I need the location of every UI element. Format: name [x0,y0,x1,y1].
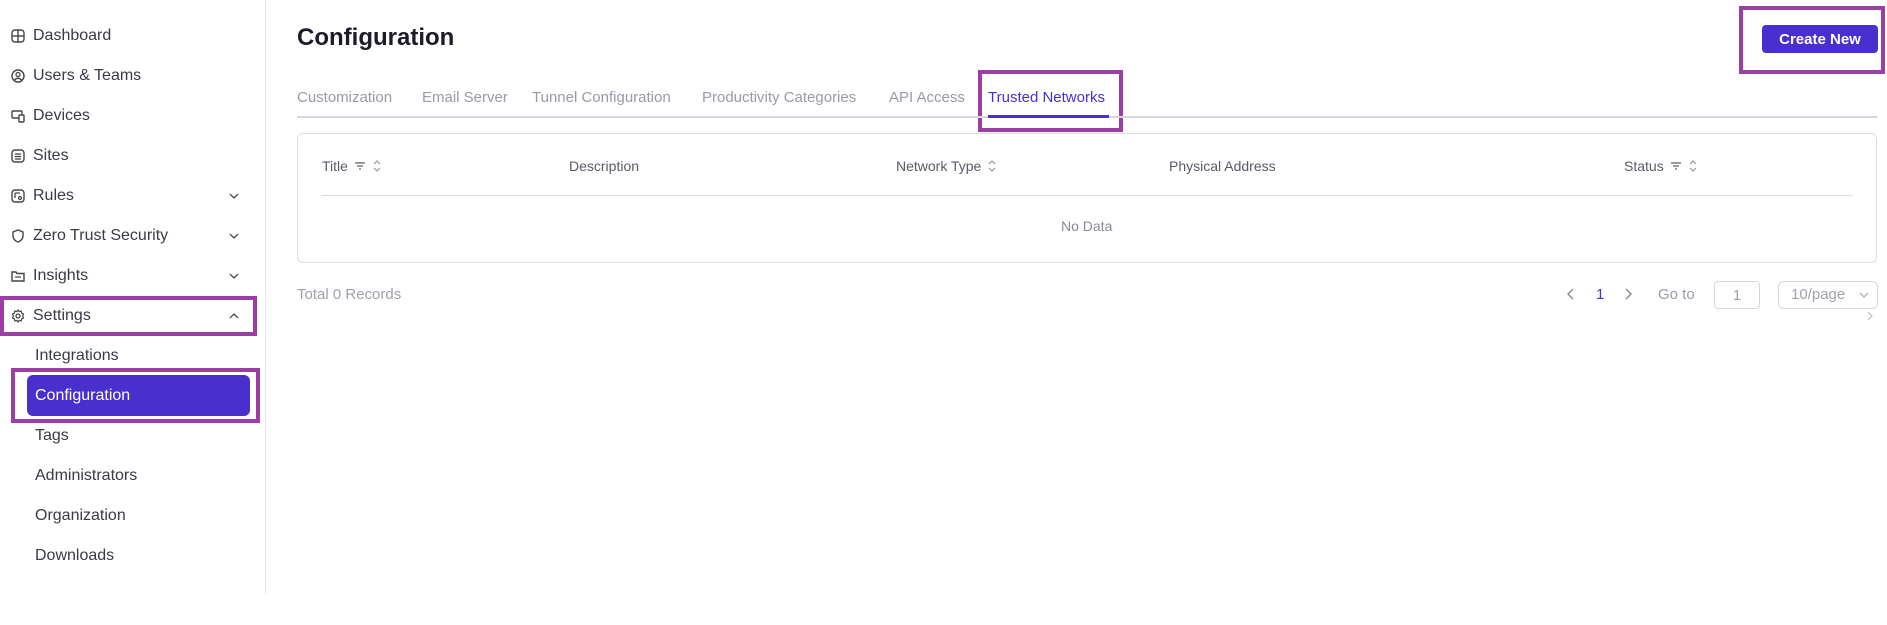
column-header-title[interactable]: Title [322,158,382,174]
sidebar-item-label: Sites [33,147,69,164]
column-header-network-type[interactable]: Network Type [896,158,997,174]
user-circle-icon [11,69,25,83]
sidebar-item-label: Configuration [35,387,131,404]
sidebar: Dashboard Users & Teams Devices Sites Ru… [0,0,266,594]
chevron-down-icon [1859,292,1869,298]
sidebar-item-rules[interactable]: Rules [0,178,256,214]
column-header-status[interactable]: Status [1624,158,1698,174]
chevron-up-icon [229,313,239,319]
tab-trusted-networks[interactable]: Trusted Networks [988,89,1105,106]
create-new-button[interactable]: Create New [1762,25,1878,53]
tab-customization[interactable]: Customization [297,89,392,106]
chevron-left-icon[interactable] [1565,287,1577,301]
tab-email-server[interactable]: Email Server [422,89,508,106]
sidebar-item-label: Zero Trust Security [33,227,169,244]
total-records: Total 0 Records [297,286,402,303]
sort-icon[interactable] [1688,158,1698,174]
sort-icon[interactable] [372,158,382,174]
sidebar-subitem-downloads[interactable]: Downloads [35,547,114,565]
sidebar-item-sites[interactable]: Sites [0,138,256,174]
sites-icon [11,149,25,163]
column-label: Physical Address [1169,158,1276,174]
chevron-right-icon[interactable] [1622,287,1634,301]
header-divider [322,195,1853,196]
filter-icon[interactable] [1670,161,1682,171]
sidebar-subitem-organization[interactable]: Organization [35,507,126,525]
shield-icon [12,229,24,243]
empty-state-text: No Data [1061,218,1113,234]
tab-api-access[interactable]: API Access [889,89,965,106]
sidebar-item-label: Dashboard [33,27,112,44]
column-label: Title [322,158,348,174]
chevron-right-icon [1867,311,1873,321]
chevron-down-icon [229,193,239,199]
settings-icon [11,309,25,323]
chevron-down-icon [229,273,239,279]
column-header-physical-address: Physical Address [1169,158,1276,174]
trusted-networks-table [297,133,1877,263]
sidebar-subitem-administrators[interactable]: Administrators [35,467,137,485]
sidebar-item-users-teams[interactable]: Users & Teams [0,58,256,94]
current-page-number[interactable]: 1 [1596,286,1604,303]
dashboard-icon [11,29,25,43]
sidebar-item-label: Insights [33,267,89,284]
goto-page-input[interactable] [1714,281,1760,309]
sidebar-item-label: Users & Teams [33,67,142,84]
sidebar-item-label: Settings [33,307,91,324]
sidebar-item-settings[interactable]: Settings [0,298,256,334]
sidebar-subitem-integrations[interactable]: Integrations [35,347,119,365]
rules-icon [11,189,25,203]
column-label: Status [1624,158,1664,174]
page-size-select[interactable]: 10/page [1778,281,1878,309]
filter-icon[interactable] [354,161,366,171]
page-title: Configuration [297,24,455,51]
column-label: Description [569,158,640,174]
tab-tunnel-configuration[interactable]: Tunnel Configuration [532,89,671,106]
tab-productivity-categories[interactable]: Productivity Categories [702,89,856,106]
sidebar-item-label: Rules [33,187,74,204]
column-header-description: Description [569,158,639,174]
sidebar-subitem-tags[interactable]: Tags [35,427,69,445]
goto-label: Go to [1658,286,1695,303]
sort-icon[interactable] [987,158,997,174]
chevron-down-icon [229,233,239,239]
sidebar-item-insights[interactable]: Insights [0,258,256,294]
sidebar-item-label: Devices [33,107,90,124]
devices-icon [11,110,25,123]
sidebar-item-dashboard[interactable]: Dashboard [0,18,256,54]
page-size-value: 10/page [1791,286,1846,303]
active-tab-indicator [988,115,1109,118]
column-label: Network Type [896,158,982,174]
sidebar-item-devices[interactable]: Devices [0,98,256,134]
sidebar-subitem-configuration[interactable]: Configuration [27,375,250,416]
sidebar-item-zero-trust[interactable]: Zero Trust Security [0,218,256,254]
insights-icon [11,271,25,282]
